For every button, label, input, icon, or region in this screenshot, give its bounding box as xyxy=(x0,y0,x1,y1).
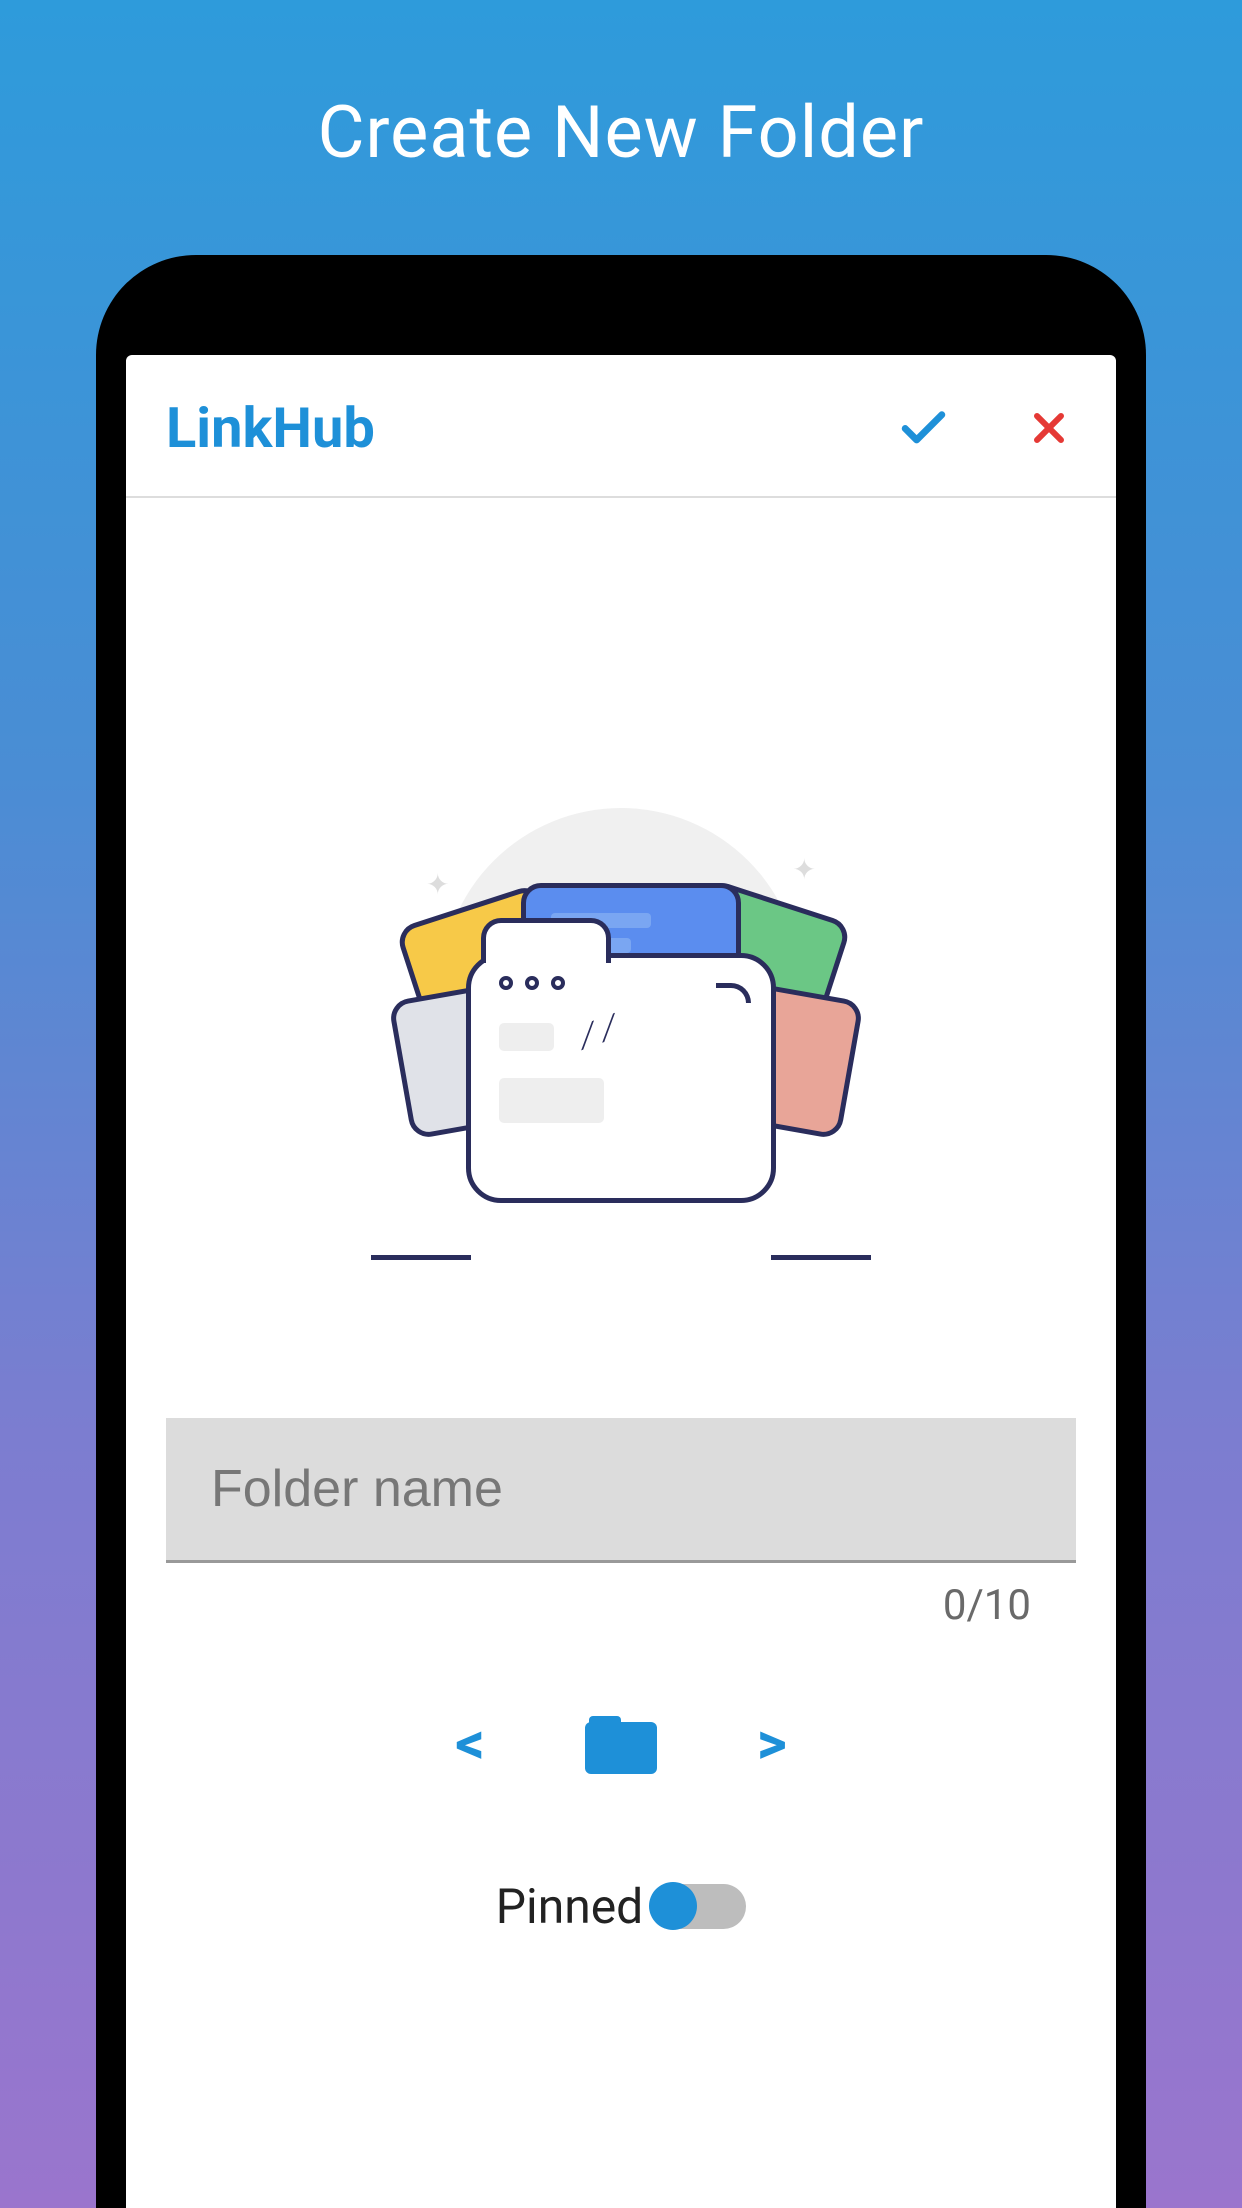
phone-screen: LinkHub ✦ ✦ xyxy=(126,355,1116,2208)
app-header: LinkHub xyxy=(126,355,1116,498)
header-actions xyxy=(896,401,1076,456)
folder-illustration: ✦ ✦ ⟋⟋ xyxy=(371,788,871,1308)
char-counter: 0/10 xyxy=(166,1581,1076,1630)
pinned-label: Pinned xyxy=(496,1878,644,1935)
pinned-toggle[interactable] xyxy=(651,1884,746,1929)
toggle-knob xyxy=(649,1882,697,1930)
phone-frame: LinkHub ✦ ✦ xyxy=(96,255,1146,2208)
app-title: LinkHub xyxy=(166,395,375,461)
folder-name-input[interactable] xyxy=(166,1418,1076,1563)
pinned-row: Pinned xyxy=(496,1878,747,1935)
input-container: 0/10 xyxy=(166,1418,1076,1630)
page-title: Create New Folder xyxy=(318,90,925,175)
confirm-button[interactable] xyxy=(896,401,951,456)
close-icon xyxy=(1025,404,1073,452)
icon-selector: < > xyxy=(455,1710,787,1778)
folder-icon xyxy=(585,1714,657,1774)
next-icon-button[interactable]: > xyxy=(757,1710,787,1778)
check-icon xyxy=(896,401,951,456)
prev-icon-button[interactable]: < xyxy=(455,1710,485,1778)
content-area: ✦ ✦ ⟋⟋ xyxy=(126,498,1116,2208)
close-button[interactable] xyxy=(1021,401,1076,456)
